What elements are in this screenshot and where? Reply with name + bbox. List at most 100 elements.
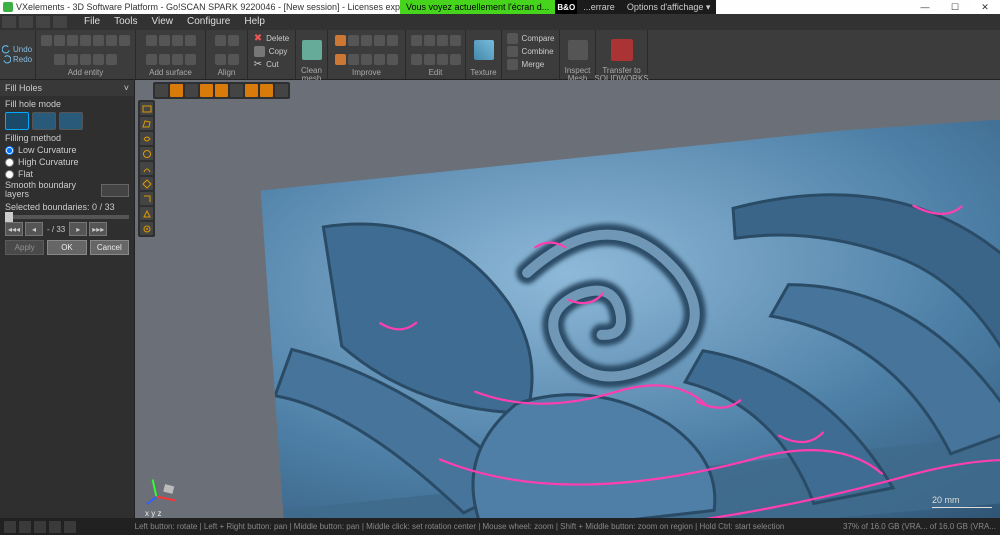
texture-icon[interactable]: [474, 40, 494, 60]
apply-button[interactable]: Apply: [5, 240, 44, 255]
align-4-icon[interactable]: [228, 54, 239, 65]
entity-grid-icon[interactable]: [41, 35, 52, 46]
vtl-boundary-icon[interactable]: [140, 192, 153, 205]
vt-more-icon[interactable]: [275, 84, 288, 97]
qat-open-icon[interactable]: [19, 16, 33, 28]
vtl-ring-icon[interactable]: [140, 222, 153, 235]
menu-file[interactable]: File: [77, 14, 107, 30]
entity-mesh-icon[interactable]: [119, 35, 130, 46]
radio-low[interactable]: Low Curvature: [5, 145, 129, 155]
vt-home-icon[interactable]: [155, 84, 168, 97]
entity-line-icon[interactable]: [80, 35, 91, 46]
surface-2-icon[interactable]: [159, 35, 170, 46]
align-3-icon[interactable]: [215, 54, 226, 65]
entity-box-icon[interactable]: [67, 54, 78, 65]
vtl-lasso-icon[interactable]: [140, 132, 153, 145]
status-icon-4[interactable]: [49, 521, 61, 533]
panel-collapse-icon[interactable]: ˅: [124, 83, 129, 93]
improve-2-icon[interactable]: [348, 35, 359, 46]
surface-3-icon[interactable]: [172, 35, 183, 46]
edit-3-icon[interactable]: [437, 35, 448, 46]
vt-zoom-icon[interactable]: [230, 84, 243, 97]
align-1-icon[interactable]: [215, 35, 226, 46]
combine-button[interactable]: Combine: [507, 45, 554, 57]
menu-help[interactable]: Help: [237, 14, 272, 30]
status-icon-1[interactable]: [4, 521, 16, 533]
nav-last-button[interactable]: ▸▸▸: [89, 222, 107, 236]
entity-cyl-icon[interactable]: [106, 35, 117, 46]
cut-button[interactable]: ✂Cut: [254, 58, 279, 70]
entity-sphere-icon[interactable]: [54, 35, 65, 46]
improve-5-icon[interactable]: [387, 35, 398, 46]
vtl-brush-icon[interactable]: [140, 162, 153, 175]
status-icon-5[interactable]: [64, 521, 76, 533]
viewport-3d[interactable]: x y z 20 mm: [135, 80, 1000, 518]
entity-point-icon[interactable]: [106, 54, 117, 65]
vt-rotate-r-icon[interactable]: [215, 84, 228, 97]
undo-button[interactable]: Undo: [2, 45, 33, 54]
edit-4-icon[interactable]: [450, 35, 461, 46]
improve-3-icon[interactable]: [361, 35, 372, 46]
entity-circle-icon[interactable]: [67, 35, 78, 46]
ok-button[interactable]: OK: [47, 240, 86, 255]
edit-7-icon[interactable]: [437, 54, 448, 65]
improve-1-icon[interactable]: [335, 35, 346, 46]
edit-1-icon[interactable]: [411, 35, 422, 46]
merge-button[interactable]: Merge: [507, 58, 545, 70]
vtl-rect-icon[interactable]: [140, 102, 153, 115]
nav-first-button[interactable]: ◂◂◂: [5, 222, 23, 236]
delete-button[interactable]: ✖Delete: [254, 32, 290, 44]
surface-8-icon[interactable]: [185, 54, 196, 65]
improve-8-icon[interactable]: [361, 54, 372, 65]
menu-view[interactable]: View: [144, 14, 180, 30]
surface-7-icon[interactable]: [172, 54, 183, 65]
smooth-boundary-spin[interactable]: [101, 184, 129, 197]
redo-button[interactable]: Redo: [2, 55, 33, 64]
entity-tri-icon[interactable]: [93, 35, 104, 46]
improve-6-icon[interactable]: [335, 54, 346, 65]
radio-high[interactable]: High Curvature: [5, 157, 129, 167]
vtl-flood-icon[interactable]: [140, 177, 153, 190]
improve-4-icon[interactable]: [374, 35, 385, 46]
qat-reset-icon[interactable]: [53, 16, 67, 28]
inspect-mesh-icon[interactable]: [568, 40, 588, 60]
menu-tools[interactable]: Tools: [107, 14, 144, 30]
radio-flat[interactable]: Flat: [5, 169, 129, 179]
vtl-circle-icon[interactable]: [140, 147, 153, 160]
edit-6-icon[interactable]: [424, 54, 435, 65]
surface-1-icon[interactable]: [146, 35, 157, 46]
entity-plane-icon[interactable]: [80, 54, 91, 65]
vtl-tri-icon[interactable]: [140, 207, 153, 220]
axis-gizmo[interactable]: [145, 470, 183, 508]
qat-new-icon[interactable]: [2, 16, 16, 28]
surface-6-icon[interactable]: [159, 54, 170, 65]
close-button[interactable]: ✕: [970, 0, 1000, 14]
mode-3-button[interactable]: [59, 112, 83, 130]
vt-pan-icon[interactable]: [185, 84, 198, 97]
menu-configure[interactable]: Configure: [180, 14, 237, 30]
vt-rotate-l-icon[interactable]: [200, 84, 213, 97]
vtl-poly-icon[interactable]: [140, 117, 153, 130]
align-2-icon[interactable]: [228, 35, 239, 46]
minimize-button[interactable]: —: [910, 0, 940, 14]
nav-prev-button[interactable]: ◂: [25, 222, 43, 236]
improve-7-icon[interactable]: [348, 54, 359, 65]
improve-9-icon[interactable]: [374, 54, 385, 65]
cancel-button[interactable]: Cancel: [90, 240, 129, 255]
vt-fit-icon[interactable]: [245, 84, 258, 97]
maximize-button[interactable]: ☐: [940, 0, 970, 14]
nav-next-button[interactable]: ▸: [69, 222, 87, 236]
banner-options[interactable]: Options d'affichage ▾: [621, 0, 717, 14]
surface-5-icon[interactable]: [146, 54, 157, 65]
transfer-icon[interactable]: [611, 39, 633, 61]
compare-button[interactable]: Compare: [507, 32, 555, 44]
boundary-slider[interactable]: [5, 215, 129, 219]
status-icon-3[interactable]: [34, 521, 46, 533]
edit-8-icon[interactable]: [450, 54, 461, 65]
vt-grid-icon[interactable]: [260, 84, 273, 97]
mode-2-button[interactable]: [32, 112, 56, 130]
copy-button[interactable]: Copy: [254, 45, 288, 57]
vt-select-icon[interactable]: [170, 84, 183, 97]
edit-2-icon[interactable]: [424, 35, 435, 46]
qat-save-icon[interactable]: [36, 16, 50, 28]
